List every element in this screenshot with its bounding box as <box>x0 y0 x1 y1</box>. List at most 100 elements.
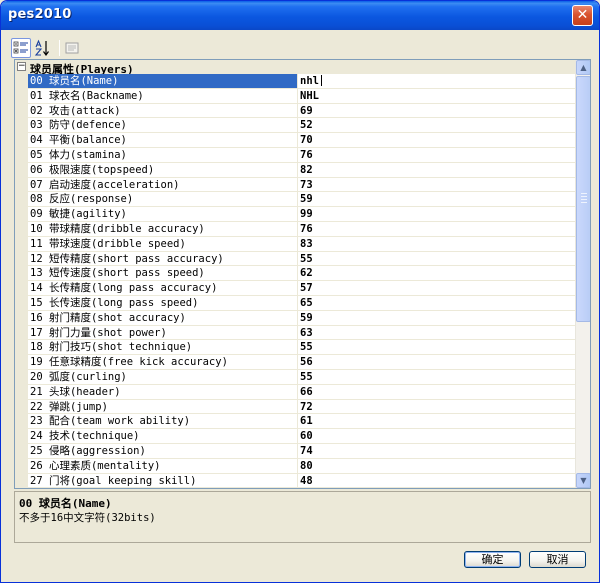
property-row[interactable]: 08 反应(response) 59 <box>15 192 577 208</box>
property-value[interactable]: 76 <box>298 148 577 163</box>
property-name[interactable]: 00 球员名(Name) <box>28 74 298 89</box>
property-value[interactable]: 60 <box>298 429 577 444</box>
collapse-icon[interactable]: − <box>17 62 26 71</box>
scroll-down-button[interactable]: ▼ <box>576 473 590 488</box>
property-value[interactable]: 55 <box>298 370 577 385</box>
property-row[interactable]: 18 射门技巧(shot technique) 55 <box>15 340 577 356</box>
property-value[interactable]: 76 <box>298 222 577 237</box>
property-name[interactable]: 16 射门精度(shot accuracy) <box>28 310 298 326</box>
property-name[interactable]: 06 极限速度(topspeed) <box>28 162 298 178</box>
property-grid[interactable]: − 球员属性(Players) 00 球员名(Name) nhl 01 球衣名(Ba… <box>14 59 591 489</box>
property-row[interactable]: 00 球员名(Name) nhl <box>15 74 577 89</box>
property-name[interactable]: 25 侵略(aggression) <box>28 443 298 459</box>
property-value[interactable]: 70 <box>298 133 577 148</box>
property-name[interactable]: 13 短传速度(short pass speed) <box>28 266 298 282</box>
property-row[interactable]: 05 体力(stamina) 76 <box>15 147 577 163</box>
property-value[interactable]: 65 <box>298 296 577 311</box>
property-value[interactable]: 72 <box>298 400 577 415</box>
property-name[interactable]: 04 平衡(balance) <box>28 133 298 148</box>
property-row[interactable]: 21 头球(header) 66 <box>15 384 577 400</box>
property-value[interactable]: 83 <box>298 237 577 252</box>
property-name[interactable]: 15 长传速度(long pass speed) <box>28 295 298 311</box>
property-name[interactable]: 07 启动速度(acceleration) <box>28 177 298 193</box>
property-row[interactable]: 27 门将(goal keeping skill) 48 <box>15 473 577 488</box>
close-button[interactable]: ✕ <box>572 5 593 26</box>
property-name[interactable]: 22 弹跳(jump) <box>28 399 298 415</box>
property-row[interactable]: 06 极限速度(topspeed) 82 <box>15 162 577 178</box>
property-name[interactable]: 17 射门力量(shot power) <box>28 325 298 341</box>
scroll-up-button[interactable]: ▲ <box>576 60 590 75</box>
property-value[interactable]: 80 <box>298 459 577 474</box>
alphabetical-sort-icon <box>34 39 49 57</box>
property-pages-button[interactable] <box>62 38 82 58</box>
property-name[interactable]: 09 敏捷(agility) <box>28 207 298 222</box>
property-value[interactable]: 73 <box>298 178 577 193</box>
property-row[interactable]: 15 长传速度(long pass speed) 65 <box>15 295 577 311</box>
property-value[interactable]: 59 <box>298 192 577 208</box>
property-row[interactable]: 23 配合(team work ability) 61 <box>15 414 577 430</box>
property-name[interactable]: 27 门将(goal keeping skill) <box>28 473 298 488</box>
property-value[interactable]: 59 <box>298 311 577 326</box>
property-row[interactable]: 02 攻击(attack) 69 <box>15 103 577 119</box>
scroll-thumb[interactable] <box>576 76 590 322</box>
property-value[interactable]: 57 <box>298 281 577 296</box>
property-value[interactable]: 48 <box>298 474 577 488</box>
property-value[interactable]: nhl <box>298 74 577 89</box>
property-name[interactable]: 03 防守(defence) <box>28 118 298 134</box>
property-value[interactable]: 56 <box>298 355 577 370</box>
property-name[interactable]: 12 短传精度(short pass accuracy) <box>28 251 298 267</box>
property-name[interactable]: 10 带球精度(dribble accuracy) <box>28 221 298 237</box>
property-value[interactable]: 66 <box>298 385 577 400</box>
property-row[interactable]: 17 射门力量(shot power) 63 <box>15 325 577 341</box>
property-row[interactable]: 12 短传精度(short pass accuracy) 55 <box>15 251 577 267</box>
cancel-button[interactable]: 取消 <box>529 551 586 568</box>
property-row[interactable]: 09 敏捷(agility) 99 <box>15 207 577 222</box>
property-row[interactable]: 24 技术(technique) 60 <box>15 429 577 444</box>
vertical-scrollbar[interactable]: ▲ ▼ <box>575 60 590 488</box>
property-value[interactable]: 74 <box>298 444 577 459</box>
property-name[interactable]: 01 球衣名(Backname) <box>28 88 298 104</box>
property-row[interactable]: 16 射门精度(shot accuracy) 59 <box>15 310 577 326</box>
property-name[interactable]: 02 攻击(attack) <box>28 103 298 119</box>
property-value[interactable]: 99 <box>298 207 577 222</box>
property-row[interactable]: 03 防守(defence) 52 <box>15 118 577 134</box>
property-value[interactable]: NHL <box>298 89 577 104</box>
ok-button[interactable]: 确定 <box>464 551 521 568</box>
property-name[interactable]: 05 体力(stamina) <box>28 147 298 163</box>
property-row[interactable]: 19 任意球精度(free kick accuracy) 56 <box>15 355 577 370</box>
property-row[interactable]: 04 平衡(balance) 70 <box>15 133 577 148</box>
property-row[interactable]: 01 球衣名(Backname) NHL <box>15 88 577 104</box>
alphabetical-button[interactable] <box>33 38 53 58</box>
title-bar[interactable]: pes2010 ✕ <box>1 1 599 30</box>
property-value[interactable]: 62 <box>298 266 577 282</box>
property-row[interactable]: 26 心理素质(mentality) 80 <box>15 458 577 474</box>
categorized-button[interactable] <box>11 38 31 58</box>
property-row[interactable]: 14 长传精度(long pass accuracy) 57 <box>15 281 577 296</box>
property-name[interactable]: 18 射门技巧(shot technique) <box>28 340 298 356</box>
property-row[interactable]: 20 弧度(curling) 55 <box>15 369 577 385</box>
property-value[interactable]: 69 <box>298 104 577 119</box>
category-row-players[interactable]: − 球员属性(Players) <box>15 60 577 76</box>
property-value[interactable]: 82 <box>298 163 577 178</box>
property-value[interactable]: 55 <box>298 252 577 267</box>
property-name[interactable]: 24 技术(technique) <box>28 429 298 444</box>
row-gutter <box>15 236 28 252</box>
property-name[interactable]: 14 长传精度(long pass accuracy) <box>28 281 298 296</box>
property-row[interactable]: 10 带球精度(dribble accuracy) 76 <box>15 221 577 237</box>
property-name[interactable]: 19 任意球精度(free kick accuracy) <box>28 355 298 370</box>
property-value[interactable]: 63 <box>298 326 577 341</box>
property-row[interactable]: 11 带球速度(dribble speed) 83 <box>15 236 577 252</box>
property-row[interactable]: 25 侵略(aggression) 74 <box>15 443 577 459</box>
property-row[interactable]: 07 启动速度(acceleration) 73 <box>15 177 577 193</box>
property-value[interactable]: 61 <box>298 414 577 430</box>
property-name[interactable]: 08 反应(response) <box>28 192 298 208</box>
property-value[interactable]: 55 <box>298 340 577 356</box>
property-name[interactable]: 23 配合(team work ability) <box>28 414 298 430</box>
property-name[interactable]: 26 心理素质(mentality) <box>28 458 298 474</box>
property-value[interactable]: 52 <box>298 118 577 134</box>
property-name[interactable]: 11 带球速度(dribble speed) <box>28 236 298 252</box>
property-row[interactable]: 22 弹跳(jump) 72 <box>15 399 577 415</box>
property-name[interactable]: 20 弧度(curling) <box>28 369 298 385</box>
property-name[interactable]: 21 头球(header) <box>28 384 298 400</box>
property-row[interactable]: 13 短传速度(short pass speed) 62 <box>15 266 577 282</box>
